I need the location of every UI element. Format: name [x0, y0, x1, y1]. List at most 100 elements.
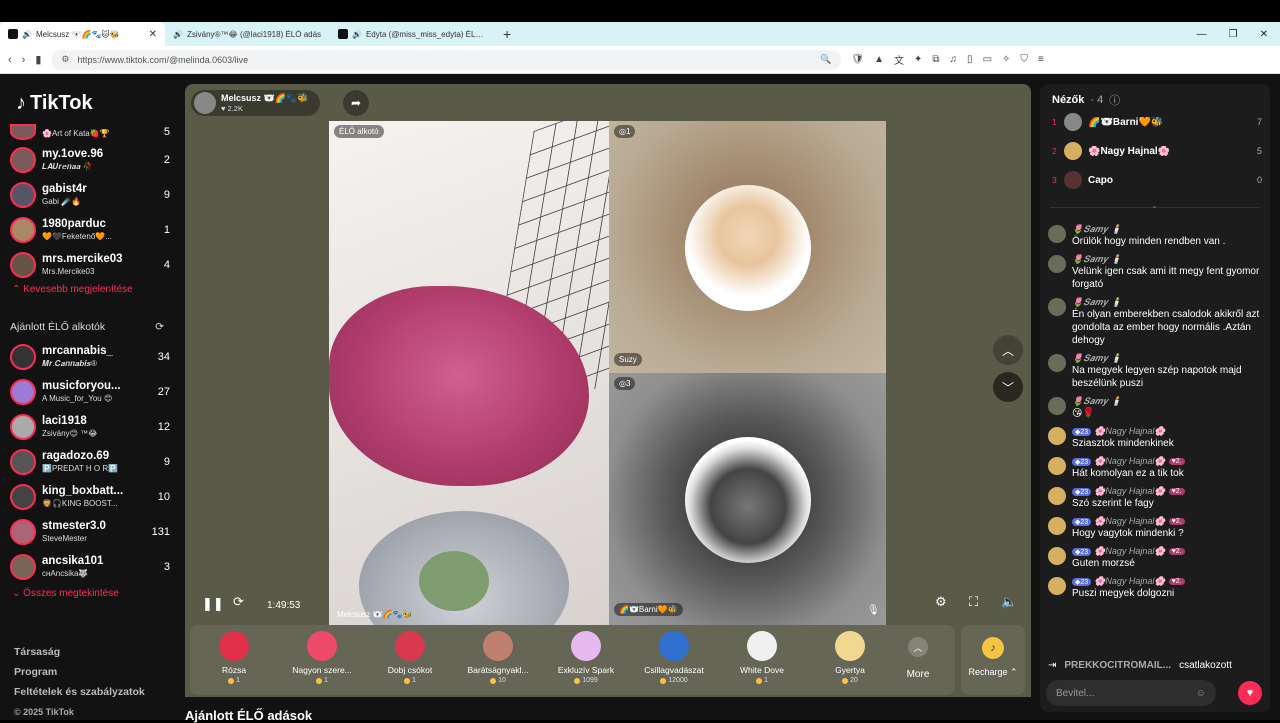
footer-link-company[interactable]: Társaság [14, 642, 145, 662]
bookmark-icon[interactable]: ▮ [35, 53, 41, 66]
puzzle-icon[interactable]: ⧉ [932, 54, 939, 65]
translate-icon[interactable]: 文 [894, 52, 904, 67]
extension-icon[interactable]: ✦ [914, 54, 922, 65]
guest-badge: ◎3 [614, 377, 636, 390]
gift-name: Nagyon szere... [292, 665, 352, 675]
viewer-count: 131 [151, 525, 170, 538]
avatar [10, 413, 36, 440]
site-settings-icon[interactable]: ⚙ [61, 54, 69, 65]
show-less-link[interactable]: ⌃ Kevesebb megjelenítése [10, 284, 170, 295]
rewards-icon[interactable]: ▲ [874, 54, 884, 65]
gift-item[interactable]: Nagyon szere... 1 [278, 625, 366, 695]
sidebar-user[interactable]: my.1ove.96 𝑳𝑨𝑼𝒓𝒆𝒏𝒂𝒂 🥀 2 [10, 142, 170, 177]
user-nickname: Gabi ☄️🔥 [42, 197, 82, 206]
info-icon[interactable]: ⓘ [1109, 92, 1120, 108]
show-all-link[interactable]: ⌄ Összes megtekintése [10, 588, 170, 599]
sidebar-user[interactable]: 1980parduc 🧡🖤Feketenő🧡... 1 [10, 212, 170, 247]
viewer-rank: 1 [1052, 117, 1057, 127]
menu-icon[interactable]: ≡ [1038, 54, 1044, 65]
back-icon[interactable]: ‹ [8, 54, 12, 66]
prev-stream-button[interactable]: ︿ [993, 335, 1023, 365]
avatar [1048, 517, 1066, 535]
guest-video-barni[interactable]: ◎3 🌈🐻‍❄️Barni🧡🐝 🎙 [609, 373, 886, 626]
sidebar-user[interactable]: ancsika101 ᴄʜAncsika🐺 3 [10, 549, 170, 584]
coin-icon [756, 677, 763, 684]
close-tab-icon[interactable]: ✕ [149, 29, 157, 40]
sidebar-user[interactable]: 🌸Art of Kata🍓🏆 5 [10, 122, 170, 142]
wallet-icon[interactable]: ▭ [983, 54, 992, 65]
footer-link-program[interactable]: Program [14, 662, 145, 682]
joined-user[interactable]: PREKKOCITROMAIL... [1064, 660, 1171, 671]
gift-item[interactable]: Rózsa 1 [190, 625, 278, 695]
sidebar-user[interactable]: musicforyou... A Music_for_You 😊 27 [10, 374, 170, 409]
host-video[interactable]: ÉLŐ alkotó Melcsusz 🐻‍❄️🌈🐾🐝 [329, 121, 609, 626]
vpn-icon[interactable]: ⛉ [1020, 54, 1028, 65]
gift-item[interactable]: Dobj csókot 1 [366, 625, 454, 695]
gift-item[interactable]: White Dove 1 [718, 625, 806, 695]
sidebar-user[interactable]: laci1918 Zsivány😊 ™😂 12 [10, 409, 170, 444]
viewer-row[interactable]: 1 🌈🐻‍❄️Barni🧡🐝 7 [1052, 111, 1262, 133]
sidebar-user[interactable]: ragadozo.69 🅿️PREDAT H O R🅿️ 9 [10, 444, 170, 479]
gift-item[interactable]: Csillagvadászat 12000 [630, 625, 718, 695]
restore-icon[interactable]: ❐ [1229, 29, 1238, 40]
message-user[interactable]: 🌷𝑺𝒂𝒎𝒚 🕯️ [1072, 396, 1266, 407]
tiktok-favicon-icon [338, 29, 348, 39]
fan-badge: ♥2. [1168, 578, 1185, 585]
necklace-icon [483, 631, 513, 661]
share-button[interactable]: ➦ [343, 90, 369, 116]
message-user[interactable]: 🌷𝑺𝒂𝒎𝒚 🕯️ [1072, 297, 1266, 308]
tab-zsivany[interactable]: 🔊 Zsivány®™😂 (@laci1918) ÉLŐ adás [165, 22, 330, 46]
gift-item[interactable]: Barátságnyakl... 10 [454, 625, 542, 695]
footer-link-terms[interactable]: Feltételek és szabályzatok [14, 682, 145, 702]
url-field[interactable]: ⚙ https://www.tiktok.com/@melinda.0603/l… [51, 49, 842, 70]
host-info[interactable]: Melcsusz 🐻‍❄️🌈🐾🐝 ♥ 2.2K [191, 90, 321, 116]
message-user[interactable]: 🌸Nagy Hajnal🌸 [1094, 426, 1165, 437]
sidebar-user[interactable]: mrcannabis_ 𝑴𝒓.𝑪𝒂𝒏𝒏𝒂𝒃𝒊𝒔® 34 [10, 339, 170, 374]
brave-shield-icon[interactable]: 🛡 [851, 54, 864, 65]
sidebar-user[interactable]: mrs.mercike03 Mrs.Mercike03 4 [10, 247, 170, 282]
minimize-icon[interactable]: — [1197, 29, 1207, 40]
tiktok-logo[interactable]: ♪ TikTok [16, 92, 93, 115]
viewer-row[interactable]: 2 🌸Nagy Hajnal🌸 5 [1052, 140, 1262, 162]
message-user[interactable]: 🌸Nagy Hajnal🌸 [1094, 576, 1165, 587]
chat-input[interactable]: Bevitel... ☺ [1046, 680, 1216, 706]
sidebar-user[interactable]: king_boxbatt... 🦁🎧KING BOOST... 10 [10, 479, 170, 514]
sidebar-user[interactable]: gabist4r Gabi ☄️🔥 9 [10, 177, 170, 212]
message-user[interactable]: 🌷𝑺𝒂𝒎𝒚 🕯️ [1072, 353, 1266, 364]
emoji-icon[interactable]: ☺ [1196, 688, 1206, 699]
gift-item[interactable]: Gyertya 20 [806, 625, 894, 695]
message-user[interactable]: 🌸Nagy Hajnal🌸 [1094, 516, 1165, 527]
more-gifts-button[interactable]: ︿ More [894, 625, 942, 695]
fan-badge: ♥2. [1168, 548, 1185, 555]
sidebar-icon[interactable]: ▯ [967, 54, 973, 65]
refresh-icon[interactable]: ⟳ [155, 321, 164, 333]
viewer-count: 9 [163, 188, 170, 201]
zoom-icon[interactable]: 🔍 [820, 54, 831, 65]
settings-icon[interactable]: ⚙ [935, 594, 947, 610]
close-window-icon[interactable]: ✕ [1260, 29, 1268, 40]
sidebar-user[interactable]: stmester3.0 SteveMester 131 [10, 514, 170, 549]
new-tab-button[interactable]: + [495, 26, 519, 42]
message-user[interactable]: 🌷𝑺𝒂𝒎𝒚 🕯️ [1072, 224, 1266, 235]
ai-icon[interactable]: ✧ [1002, 54, 1010, 65]
music-icon[interactable]: ♫ [950, 54, 958, 65]
fullscreen-icon[interactable]: ⛶ [969, 594, 978, 610]
message-user[interactable]: 🌸Nagy Hajnal🌸 [1094, 486, 1165, 497]
volume-icon[interactable]: 🔈 [1001, 594, 1017, 610]
message-user[interactable]: 🌸Nagy Hajnal🌸 [1094, 546, 1165, 557]
recharge-button[interactable]: ♪ Recharge ⌃ [961, 625, 1025, 695]
refresh-icon[interactable]: ⟳ [233, 594, 244, 610]
pause-icon[interactable]: ❚❚ [202, 596, 224, 612]
gift-item[interactable]: Exkluzív Spark 1099 [542, 625, 630, 695]
guest-video-suzy[interactable]: ◎1 Suzy [609, 121, 886, 373]
tab-edyta[interactable]: 🔊 Edyta (@miss_miss_edyta) ÉLŐ ad [330, 22, 495, 46]
gift-name: Rózsa [221, 665, 247, 675]
message-user[interactable]: 🌸Nagy Hajnal🌸 [1094, 456, 1165, 467]
next-stream-button[interactable]: ﹀ [993, 372, 1023, 402]
tab-melcsusz[interactable]: 🔊 Melcsusz 🐻‍❄️🌈🐾🐱🐝 ✕ [0, 22, 165, 46]
forward-icon[interactable]: › [22, 54, 26, 66]
like-button[interactable]: ♥ [1238, 681, 1262, 705]
expand-chevron-icon[interactable]: ⌄ [1151, 201, 1158, 210]
message-user[interactable]: 🌷𝑺𝒂𝒎𝒚 🕯️ [1072, 254, 1266, 265]
viewer-row[interactable]: 3 Capo 0 [1052, 169, 1262, 191]
